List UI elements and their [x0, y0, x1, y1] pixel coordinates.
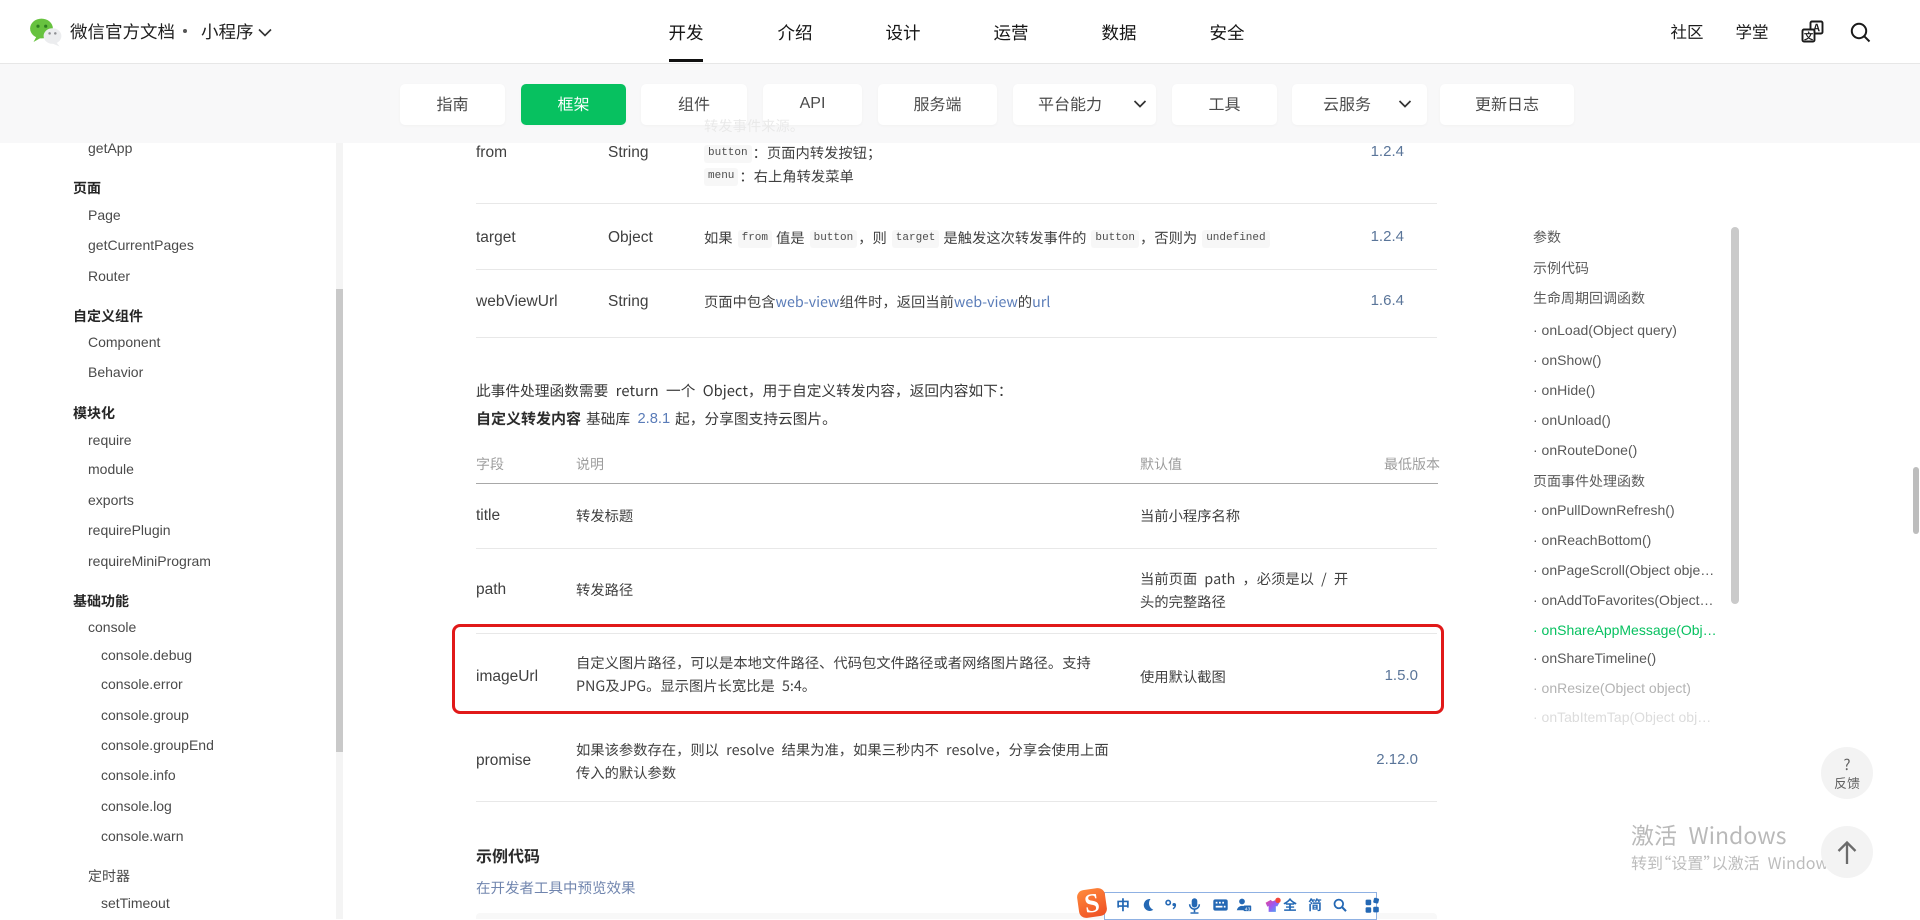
- svg-text:43: 43: [1245, 906, 1251, 912]
